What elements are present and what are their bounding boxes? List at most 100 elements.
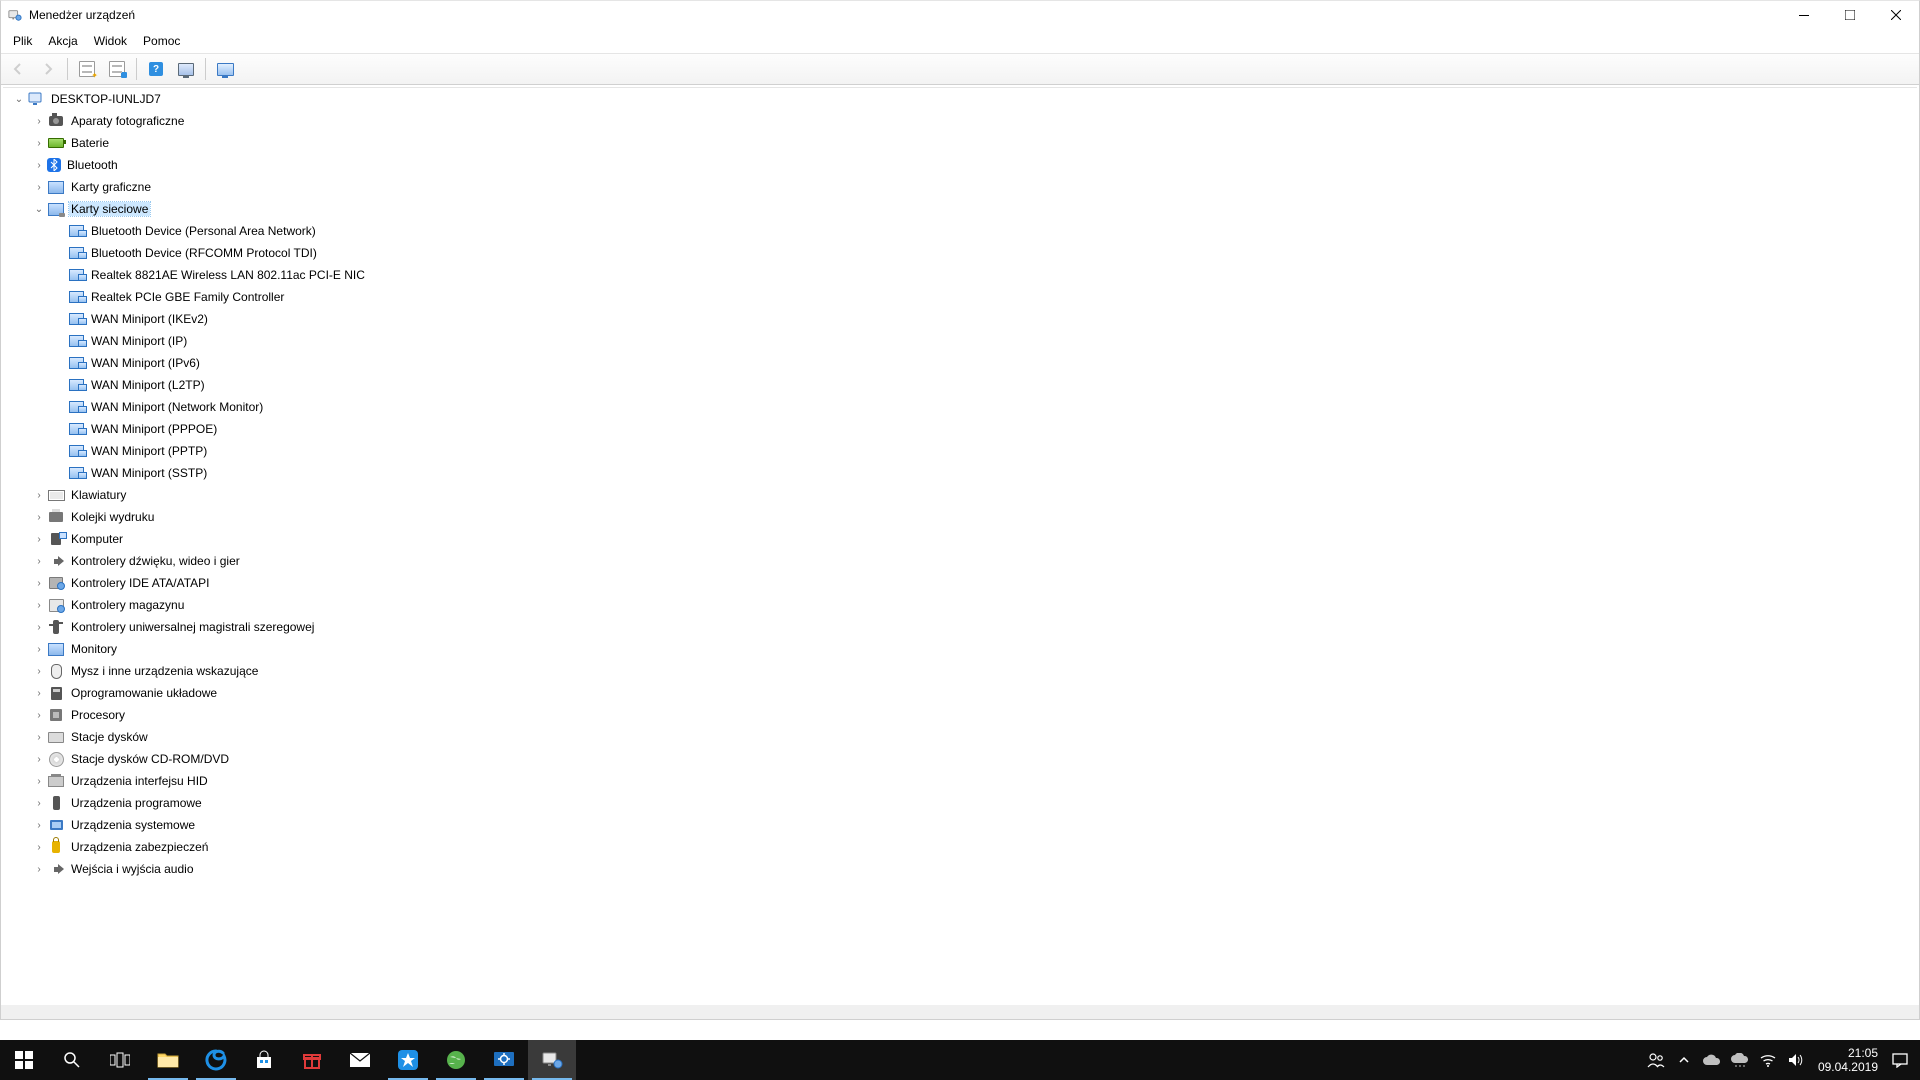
category-system-devices[interactable]: ›Urządzenia systemowe bbox=[3, 814, 1917, 836]
expand-arrow-icon[interactable]: › bbox=[31, 528, 47, 550]
taskbar-device-manager[interactable] bbox=[528, 1040, 576, 1080]
taskbar-edge[interactable] bbox=[192, 1040, 240, 1080]
tray-people[interactable] bbox=[1642, 1040, 1670, 1080]
expand-arrow-icon[interactable]: ⌄ bbox=[31, 198, 47, 220]
category-monitors[interactable]: ›Monitory bbox=[3, 638, 1917, 660]
search-button[interactable] bbox=[48, 1040, 96, 1080]
tray-show-hidden-icons[interactable] bbox=[1670, 1040, 1698, 1080]
category-firmware[interactable]: › Oprogramowanie układowe bbox=[3, 682, 1917, 704]
category-software-devices[interactable]: ›Urządzenia programowe bbox=[3, 792, 1917, 814]
menu-help[interactable]: Pomoc bbox=[135, 32, 188, 50]
device-nic[interactable]: WAN Miniport (IKEv2) bbox=[3, 308, 1917, 330]
expand-arrow-icon[interactable]: › bbox=[31, 572, 47, 594]
category-cd-rom[interactable]: ›Stacje dysków CD-ROM/DVD bbox=[3, 748, 1917, 770]
device-nic[interactable]: Bluetooth Device (Personal Area Network) bbox=[3, 220, 1917, 242]
taskbar-app-blue-star[interactable] bbox=[384, 1040, 432, 1080]
tray-clock[interactable]: 21:05 09.04.2019 bbox=[1810, 1046, 1886, 1074]
category-hid[interactable]: ›Urządzenia interfejsu HID bbox=[3, 770, 1917, 792]
category-sound[interactable]: ›Kontrolery dźwięku, wideo i gier bbox=[3, 550, 1917, 572]
expand-arrow-icon[interactable]: › bbox=[31, 616, 47, 638]
taskbar-app-gift[interactable] bbox=[288, 1040, 336, 1080]
expand-arrow-icon[interactable]: › bbox=[31, 594, 47, 616]
taskbar-file-explorer[interactable] bbox=[144, 1040, 192, 1080]
category-cameras[interactable]: › Aparaty fotograficzne bbox=[3, 110, 1917, 132]
tray-volume-icon[interactable] bbox=[1782, 1040, 1810, 1080]
device-nic[interactable]: WAN Miniport (SSTP) bbox=[3, 462, 1917, 484]
category-gpu[interactable]: › Karty graficzne bbox=[3, 176, 1917, 198]
category-label: Oprogramowanie układowe bbox=[69, 686, 219, 700]
menu-action[interactable]: Akcja bbox=[40, 32, 85, 50]
category-audio[interactable]: ›Wejścia i wyjścia audio bbox=[3, 858, 1917, 880]
expand-arrow-icon[interactable]: › bbox=[31, 836, 47, 858]
expand-arrow-icon[interactable]: › bbox=[31, 704, 47, 726]
category-print-queues[interactable]: ›Kolejki wydruku bbox=[3, 506, 1917, 528]
expand-arrow-icon[interactable]: › bbox=[31, 506, 47, 528]
minimize-button[interactable] bbox=[1781, 1, 1827, 29]
device-nic[interactable]: WAN Miniport (IPv6) bbox=[3, 352, 1917, 374]
taskbar-mail[interactable] bbox=[336, 1040, 384, 1080]
add-legacy-hardware-button[interactable] bbox=[212, 56, 238, 82]
expand-arrow-icon[interactable]: › bbox=[31, 132, 47, 154]
expand-arrow-icon[interactable]: › bbox=[31, 484, 47, 506]
expand-arrow-icon[interactable]: › bbox=[31, 682, 47, 704]
expand-arrow-icon[interactable]: › bbox=[31, 660, 47, 682]
expand-arrow-icon[interactable]: › bbox=[31, 858, 47, 880]
category-bluetooth[interactable]: › Bluetooth bbox=[3, 154, 1917, 176]
expand-arrow-icon[interactable]: ⌄ bbox=[11, 88, 27, 110]
taskbar-settings[interactable] bbox=[480, 1040, 528, 1080]
taskbar-store[interactable] bbox=[240, 1040, 288, 1080]
close-button[interactable] bbox=[1873, 1, 1919, 29]
device-tree[interactable]: ⌄ DESKTOP-IUNLJD7 › Aparaty fotograficzn… bbox=[3, 87, 1917, 1017]
tray-action-center[interactable] bbox=[1886, 1040, 1914, 1080]
nav-forward-button[interactable] bbox=[35, 56, 61, 82]
tray-onedrive-icon[interactable] bbox=[1698, 1040, 1726, 1080]
device-nic[interactable]: WAN Miniport (L2TP) bbox=[3, 374, 1917, 396]
tray-weather-icon[interactable] bbox=[1726, 1040, 1754, 1080]
category-security-devices[interactable]: ›Urządzenia zabezpieczeń bbox=[3, 836, 1917, 858]
category-computer[interactable]: ›Komputer bbox=[3, 528, 1917, 550]
expand-arrow-icon[interactable]: › bbox=[31, 638, 47, 660]
titlebar[interactable]: Menedżer urządzeń bbox=[1, 1, 1919, 29]
expand-arrow-icon[interactable]: › bbox=[31, 154, 47, 176]
expand-arrow-icon[interactable]: › bbox=[31, 176, 47, 198]
tree-root[interactable]: ⌄ DESKTOP-IUNLJD7 bbox=[3, 88, 1917, 110]
category-network-adapters[interactable]: ⌄ Karty sieciowe bbox=[3, 198, 1917, 220]
category-mouse[interactable]: ›Mysz i inne urządzenia wskazujące bbox=[3, 660, 1917, 682]
menu-file[interactable]: Plik bbox=[5, 32, 40, 50]
device-nic[interactable]: WAN Miniport (Network Monitor) bbox=[3, 396, 1917, 418]
category-disks[interactable]: ›Stacje dysków bbox=[3, 726, 1917, 748]
expand-arrow-icon[interactable]: › bbox=[31, 792, 47, 814]
device-nic[interactable]: WAN Miniport (PPTP) bbox=[3, 440, 1917, 462]
show-desktop-button[interactable] bbox=[1914, 1040, 1920, 1080]
category-keyboards[interactable]: ›Klawiatury bbox=[3, 484, 1917, 506]
expand-arrow-icon[interactable]: › bbox=[31, 550, 47, 572]
properties-button[interactable] bbox=[104, 56, 130, 82]
scan-hardware-button[interactable] bbox=[173, 56, 199, 82]
category-storage[interactable]: ›Kontrolery magazynu bbox=[3, 594, 1917, 616]
expand-arrow-icon[interactable]: › bbox=[31, 748, 47, 770]
help-icon: ? bbox=[149, 62, 163, 76]
category-batteries[interactable]: › Baterie bbox=[3, 132, 1917, 154]
expand-arrow-icon[interactable]: › bbox=[31, 814, 47, 836]
nav-back-button[interactable] bbox=[5, 56, 31, 82]
task-view-button[interactable] bbox=[96, 1040, 144, 1080]
taskbar-app-globe[interactable] bbox=[432, 1040, 480, 1080]
expand-arrow-icon[interactable]: › bbox=[31, 770, 47, 792]
start-button[interactable] bbox=[0, 1040, 48, 1080]
menu-view[interactable]: Widok bbox=[86, 32, 135, 50]
maximize-button[interactable] bbox=[1827, 1, 1873, 29]
tray-wifi-icon[interactable] bbox=[1754, 1040, 1782, 1080]
device-nic[interactable]: WAN Miniport (PPPOE) bbox=[3, 418, 1917, 440]
taskbar[interactable]: 21:05 09.04.2019 bbox=[0, 1040, 1920, 1080]
expand-arrow-icon[interactable]: › bbox=[31, 110, 47, 132]
device-nic[interactable]: Bluetooth Device (RFCOMM Protocol TDI) bbox=[3, 242, 1917, 264]
device-nic[interactable]: WAN Miniport (IP) bbox=[3, 330, 1917, 352]
device-nic[interactable]: Realtek 8821AE Wireless LAN 802.11ac PCI… bbox=[3, 264, 1917, 286]
device-nic[interactable]: Realtek PCIe GBE Family Controller bbox=[3, 286, 1917, 308]
expand-arrow-icon[interactable]: › bbox=[31, 726, 47, 748]
category-ide[interactable]: ›Kontrolery IDE ATA/ATAPI bbox=[3, 572, 1917, 594]
help-button[interactable]: ? bbox=[143, 56, 169, 82]
show-hide-tree-button[interactable] bbox=[74, 56, 100, 82]
category-usb[interactable]: ›Kontrolery uniwersalnej magistrali szer… bbox=[3, 616, 1917, 638]
category-processors[interactable]: ›Procesory bbox=[3, 704, 1917, 726]
